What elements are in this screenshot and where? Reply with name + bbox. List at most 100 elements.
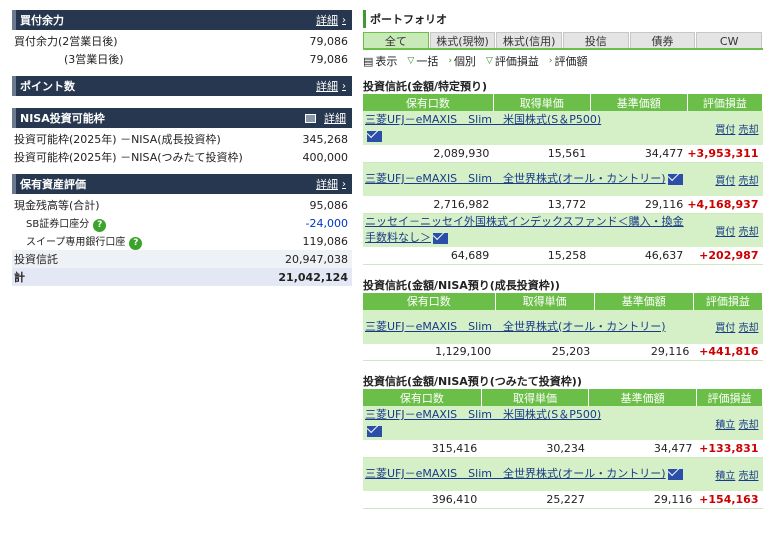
buying-power-detail-link[interactable]: 詳細 ›: [316, 12, 346, 28]
section-title: 投資信託(金額/特定預り): [363, 80, 488, 93]
fund-values-row: 64,689 15,258 46,637 +202,987: [363, 247, 763, 265]
fund-name-row: 三菱UFJ－eMAXIS Slim 米国株式(S＆P500) 積立 売却: [363, 406, 763, 440]
nav-cell: 29,116: [588, 491, 697, 509]
mail-icon[interactable]: [667, 468, 683, 480]
table-header: 保有口数 取得単価 基準価額 評価損益: [363, 94, 764, 111]
sell-link[interactable]: 売却: [739, 125, 759, 136]
chevron-right-icon: ›: [342, 80, 346, 92]
table-header: 保有口数 取得単価 基準価額 評価損益: [363, 292, 764, 310]
col-pnl: 評価損益: [693, 292, 764, 310]
mail-icon[interactable]: [367, 425, 382, 437]
nisa-header: NISA投資可能枠 詳細: [12, 108, 352, 128]
tab-stock-margin[interactable]: 株式(信用): [496, 32, 563, 48]
cost-cell: 15,561: [493, 145, 591, 163]
triangle-down-icon: ▽: [407, 56, 415, 66]
fund-name-row: 三菱UFJ－eMAXIS Slim 米国株式(S＆P500) 買付 売却: [363, 111, 763, 145]
tab-fund[interactable]: 投信: [563, 32, 629, 48]
tsumitate-link[interactable]: 積立: [715, 471, 735, 482]
nav-cell: 29,116: [594, 343, 694, 361]
sweep-value: 119,086: [302, 234, 349, 248]
points-header: ポイント数 詳細 ›: [12, 76, 352, 96]
mail-icon[interactable]: [367, 130, 382, 142]
sb-row: SB証券口座分? -24,000: [12, 214, 352, 232]
col-nav: 基準価額: [588, 389, 697, 406]
fund-link[interactable]: 三菱UFJ－eMAXIS Slim 全世界株式(オール・カントリー): [365, 467, 666, 480]
display-label-wrap: ▤ 表示: [363, 53, 397, 69]
nav-cell: 34,477: [590, 145, 688, 163]
display-label: 表示: [375, 55, 398, 68]
nisa-title: NISA投資可能枠: [20, 112, 105, 125]
fund-link[interactable]: 三菱UFJ－eMAXIS Slim 全世界株式(オール・カントリー): [365, 320, 666, 333]
col-cost: 取得単価: [493, 94, 591, 111]
row-label: 投資可能枠(2025年) －NISA(成長投資枠): [14, 131, 221, 147]
mail-icon[interactable]: [667, 173, 683, 185]
detail-label: 詳細: [316, 178, 338, 191]
fund-values-row: 1,129,100 25,203 29,116 +441,816: [363, 343, 763, 361]
sb-label: SB証券口座分: [26, 218, 90, 230]
assets-detail-link[interactable]: 詳細 ›: [316, 176, 346, 192]
units-cell: 1,129,100: [363, 343, 496, 361]
row-value: 79,086: [309, 52, 349, 66]
individual-option[interactable]: › 個別: [448, 53, 476, 69]
bulk-option[interactable]: ▽ 一括: [407, 53, 438, 69]
help-icon[interactable]: ?: [93, 218, 107, 232]
row-value: 345,268: [302, 132, 349, 146]
fund-name-row: 三菱UFJ－eMAXIS Slim 全世界株式(オール・カントリー) 買付 売却: [363, 309, 763, 344]
sb-value: -24,000: [305, 216, 348, 230]
assets-title: 保有資産評価: [20, 178, 86, 191]
chevron-right-icon: ›: [342, 178, 346, 190]
portfolio-title: ポートフォリオ: [363, 10, 763, 28]
buy-link[interactable]: 買付: [715, 227, 735, 238]
trust-value: 20,947,038: [285, 252, 348, 266]
buying-power-title: 買付余力: [20, 14, 64, 27]
pnl-cell: +441,816: [693, 343, 763, 361]
sell-link[interactable]: 売却: [739, 471, 759, 482]
mail-icon[interactable]: [433, 232, 448, 244]
col-pnl: 評価損益: [687, 94, 764, 111]
value-option[interactable]: › 評価額: [549, 53, 588, 69]
portfolio-panel: ポートフォリオ 全て 株式(現物) 株式(信用) 投信 債券 CW ▤ 表示 ▽ 一…: [363, 10, 764, 509]
total-label: 計: [14, 271, 25, 284]
tab-bond[interactable]: 債券: [629, 32, 696, 48]
buying-power-row-2day: 買付余力(2営業日後) 79,086: [12, 32, 352, 50]
trust-label: 投資信託: [14, 253, 58, 266]
nisa-year-label: 投資可能枠(2025年): [14, 151, 117, 164]
points-detail-link[interactable]: 詳細 ›: [316, 78, 346, 94]
tab-all[interactable]: 全て: [363, 32, 429, 48]
fund-link[interactable]: 三菱UFJ－eMAXIS Slim 全世界株式(オール・カントリー): [365, 172, 666, 185]
fund-values-row: 2,089,930 15,561 34,477 +3,953,311: [363, 145, 763, 163]
sell-link[interactable]: 売却: [739, 323, 759, 334]
cost-cell: 13,772: [493, 196, 591, 214]
fund-name-row: ニッセイ－ニッセイ外国株式インデックスファンド＜購入・換金手数料なし＞ 買付 売…: [363, 213, 763, 247]
fund-link[interactable]: 三菱UFJ－eMAXIS Slim 米国株式(S＆P500): [365, 113, 601, 126]
buy-link[interactable]: 買付: [715, 125, 735, 136]
table-header: 保有口数 取得単価 基準価額 評価損益: [363, 389, 764, 406]
sell-link[interactable]: 売却: [739, 420, 759, 431]
chevron-right-icon: ›: [342, 14, 346, 26]
nisa-detail-link[interactable]: 詳細: [305, 110, 346, 126]
individual-label: 個別: [453, 55, 476, 68]
pnl-option[interactable]: ▽ 評価損益: [486, 53, 539, 69]
col-units: 保有口数: [363, 292, 496, 310]
help-icon[interactable]: ?: [129, 236, 143, 250]
tab-cw[interactable]: CW: [696, 32, 763, 48]
detail-label: 詳細: [316, 80, 338, 93]
sell-link[interactable]: 売却: [739, 227, 759, 238]
fund-values-row: 396,410 25,227 29,116 +154,163: [363, 491, 763, 509]
row-label: 買付余力(2営業日後): [14, 35, 118, 48]
fund-link[interactable]: 三菱UFJ－eMAXIS Slim 米国株式(S＆P500): [365, 408, 601, 421]
triangle-right-icon: ›: [548, 56, 553, 66]
buy-link[interactable]: 買付: [715, 176, 735, 187]
holdings-table: 保有口数 取得単価 基準価額 評価損益 三菱UFJ－eMAXIS Slim 米国…: [363, 94, 764, 265]
tab-stock-cash[interactable]: 株式(現物): [429, 32, 496, 48]
col-units: 保有口数: [363, 389, 482, 406]
fund-link[interactable]: ニッセイ－ニッセイ外国株式インデックスファンド＜購入・換金手数料なし＞: [365, 215, 684, 244]
buy-link[interactable]: 買付: [715, 323, 735, 334]
sell-link[interactable]: 売却: [739, 176, 759, 187]
fund-name-row: 三菱UFJ－eMAXIS Slim 全世界株式(オール・カントリー) 積立 売却: [363, 457, 763, 491]
tsumitate-link[interactable]: 積立: [715, 420, 735, 431]
assets-header: 保有資産評価 詳細 ›: [12, 174, 352, 194]
cost-cell: 25,203: [495, 343, 595, 361]
units-cell: 396,410: [363, 491, 482, 509]
pnl-cell: +202,987: [687, 247, 763, 265]
